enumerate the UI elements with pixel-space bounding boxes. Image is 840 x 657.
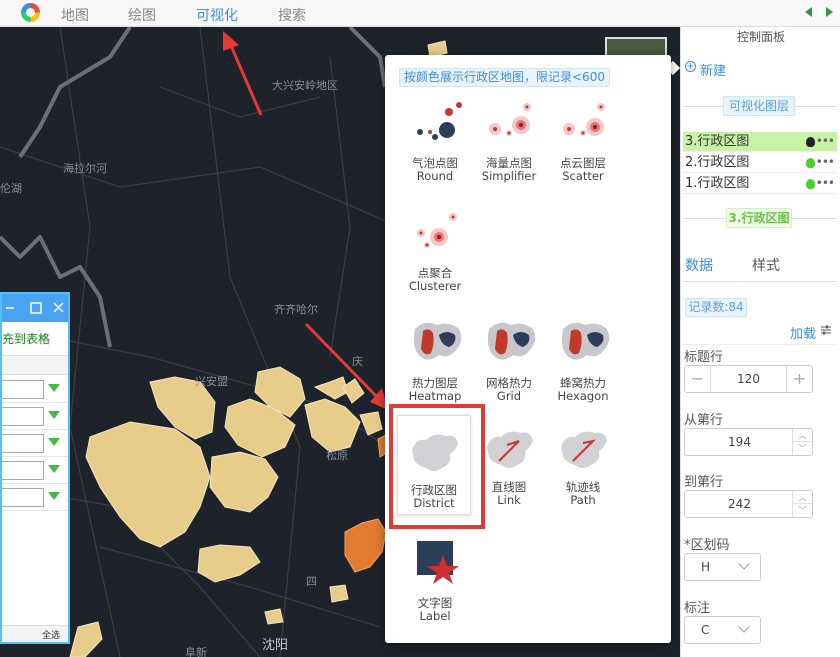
more-icon[interactable]: •••: [816, 152, 835, 172]
dialog-table-header: [2, 355, 68, 375]
bubble-chart-icon: [417, 102, 462, 140]
chart-type-label[interactable]: 文字图 Label: [401, 537, 469, 637]
nav-map[interactable]: 地图: [61, 5, 89, 25]
dialog-header-text: 充到表格: [2, 332, 51, 346]
chart-type-grid[interactable]: 网格热力 Grid: [475, 317, 543, 417]
region-code-select[interactable]: H: [684, 553, 761, 581]
chart-type-scatter[interactable]: 点云图层 Scatter: [549, 97, 617, 197]
map-label: 沈阳: [262, 638, 289, 653]
scatter-icon: [563, 103, 605, 136]
tab-style[interactable]: 样式: [752, 255, 780, 275]
annotation-select[interactable]: C: [684, 616, 761, 644]
nav-search[interactable]: 搜索: [278, 5, 306, 25]
heatmap-icon: [413, 322, 462, 360]
more-icon[interactable]: •••: [816, 173, 835, 193]
map-label: 四: [306, 575, 317, 588]
popup-hint: 按颜色展示行政区地图，限记录<600: [399, 68, 610, 87]
panel-title: 控制面板: [736, 30, 785, 44]
bulb-icon[interactable]: [806, 137, 815, 147]
layer-row-3[interactable]: 3.行政区图 •••: [683, 132, 837, 152]
top-bar: 地图 绘图 可视化 搜索: [0, 0, 840, 27]
dialog-row[interactable]: [2, 403, 68, 430]
stepper-arrows-icon[interactable]: ︿ ﹀: [792, 491, 812, 517]
chart-type-clusterer[interactable]: 点聚合 Clusterer: [401, 207, 469, 307]
to-row-label: 到第行: [684, 475, 724, 490]
dropdown-triangle-icon[interactable]: [48, 438, 60, 446]
grid-heat-icon: [487, 322, 536, 360]
map-label: 伦湖: [0, 182, 22, 195]
mass-points-icon: [489, 103, 531, 136]
chevron-down-icon: [738, 621, 750, 633]
layer-row-1[interactable]: 1.行政区图 •••: [683, 174, 837, 194]
bulb-icon[interactable]: [806, 158, 815, 168]
field-mapping-dialog: 充到表格 全选: [0, 292, 70, 644]
prev-arrow-icon[interactable]: [805, 7, 812, 17]
chevron-down-icon: [738, 558, 750, 570]
tab-data[interactable]: 数据: [685, 255, 713, 275]
nav-visualize[interactable]: 可视化: [196, 5, 238, 25]
path-map-icon: [561, 431, 607, 468]
title-row-stepper[interactable]: − 120 +: [684, 365, 813, 393]
dialog-row[interactable]: [2, 457, 68, 484]
dialog-row[interactable]: [2, 376, 68, 403]
plus-icon[interactable]: +: [786, 366, 812, 392]
layer-row-2[interactable]: 2.行政区图 •••: [683, 153, 837, 173]
more-icon[interactable]: •••: [816, 131, 835, 151]
record-count-badge: 记录数:84: [685, 298, 747, 317]
line-map-icon: [487, 431, 533, 468]
star-label-icon: [417, 541, 459, 584]
chart-type-round[interactable]: 气泡点图 Round: [401, 97, 469, 197]
dropdown-triangle-icon[interactable]: [48, 492, 60, 500]
chart-type-simplifier[interactable]: 海量点图 Simplifier: [475, 97, 543, 197]
hexagon-heat-icon: [561, 322, 610, 360]
dropdown-triangle-icon[interactable]: [48, 411, 60, 419]
settings-sliders-icon[interactable]: [820, 324, 832, 336]
new-layer-button[interactable]: 新建: [700, 60, 726, 79]
stepper-arrows-icon[interactable]: ︿ ﹀: [792, 429, 812, 455]
dropdown-triangle-icon[interactable]: [48, 465, 60, 473]
dropdown-triangle-icon[interactable]: [48, 384, 60, 392]
select-all-button[interactable]: 全选: [42, 628, 60, 641]
chart-type-link[interactable]: 直线图 Link: [475, 421, 543, 521]
app-logo-icon: [21, 3, 40, 22]
map-label: 齐齐哈尔: [274, 303, 318, 316]
from-row-input[interactable]: 194 ︿ ﹀: [684, 428, 813, 456]
to-row-input[interactable]: 242 ︿ ﹀: [684, 490, 813, 518]
dialog-titlebar: [2, 294, 68, 322]
map-label: 大兴安岭地区: [272, 79, 338, 92]
annotation-arrow-icon: [223, 31, 263, 116]
chart-type-hexagon[interactable]: 蜂窝热力 Hexagon: [549, 317, 617, 417]
chart-type-district[interactable]: 行政区图 District: [397, 415, 471, 515]
nav-draw[interactable]: 绘图: [128, 5, 156, 25]
from-row-label: 从第行: [684, 413, 724, 428]
dialog-row[interactable]: [2, 430, 68, 457]
map-label: 兴安盟: [195, 375, 228, 388]
load-button[interactable]: 加载: [790, 323, 816, 342]
map-label: 海拉尔河: [63, 162, 107, 175]
annotation-label: 标注: [684, 601, 711, 616]
layers-header: 可视化图层: [723, 96, 795, 116]
region-code-label: *区划码: [684, 538, 730, 553]
chart-type-popup: 按颜色展示行政区地图，限记录<600 气泡点图 Round 海量点图 Simpl…: [385, 55, 671, 643]
next-arrow-icon[interactable]: [826, 7, 833, 17]
chart-type-path[interactable]: 轨迹线 Path: [549, 421, 617, 521]
current-layer-badge: 3.行政区图: [726, 208, 792, 228]
plus-icon[interactable]: +: [685, 61, 696, 72]
chart-type-heatmap[interactable]: 热力图层 Heatmap: [401, 317, 469, 417]
control-panel: 控制面板 + 新建 可视化图层 3.行政区图 ••• 2.行政区图 ••• 1.…: [680, 27, 840, 657]
map-label: 阜新: [185, 646, 207, 657]
cluster-icon: [417, 213, 457, 248]
china-map-icon: [412, 434, 458, 471]
dialog-row[interactable]: [2, 484, 68, 511]
bulb-icon[interactable]: [806, 179, 815, 189]
dialog-footer: 全选: [2, 625, 68, 642]
map-label: 松原: [326, 449, 348, 462]
title-row-label: 标题行: [684, 350, 724, 365]
